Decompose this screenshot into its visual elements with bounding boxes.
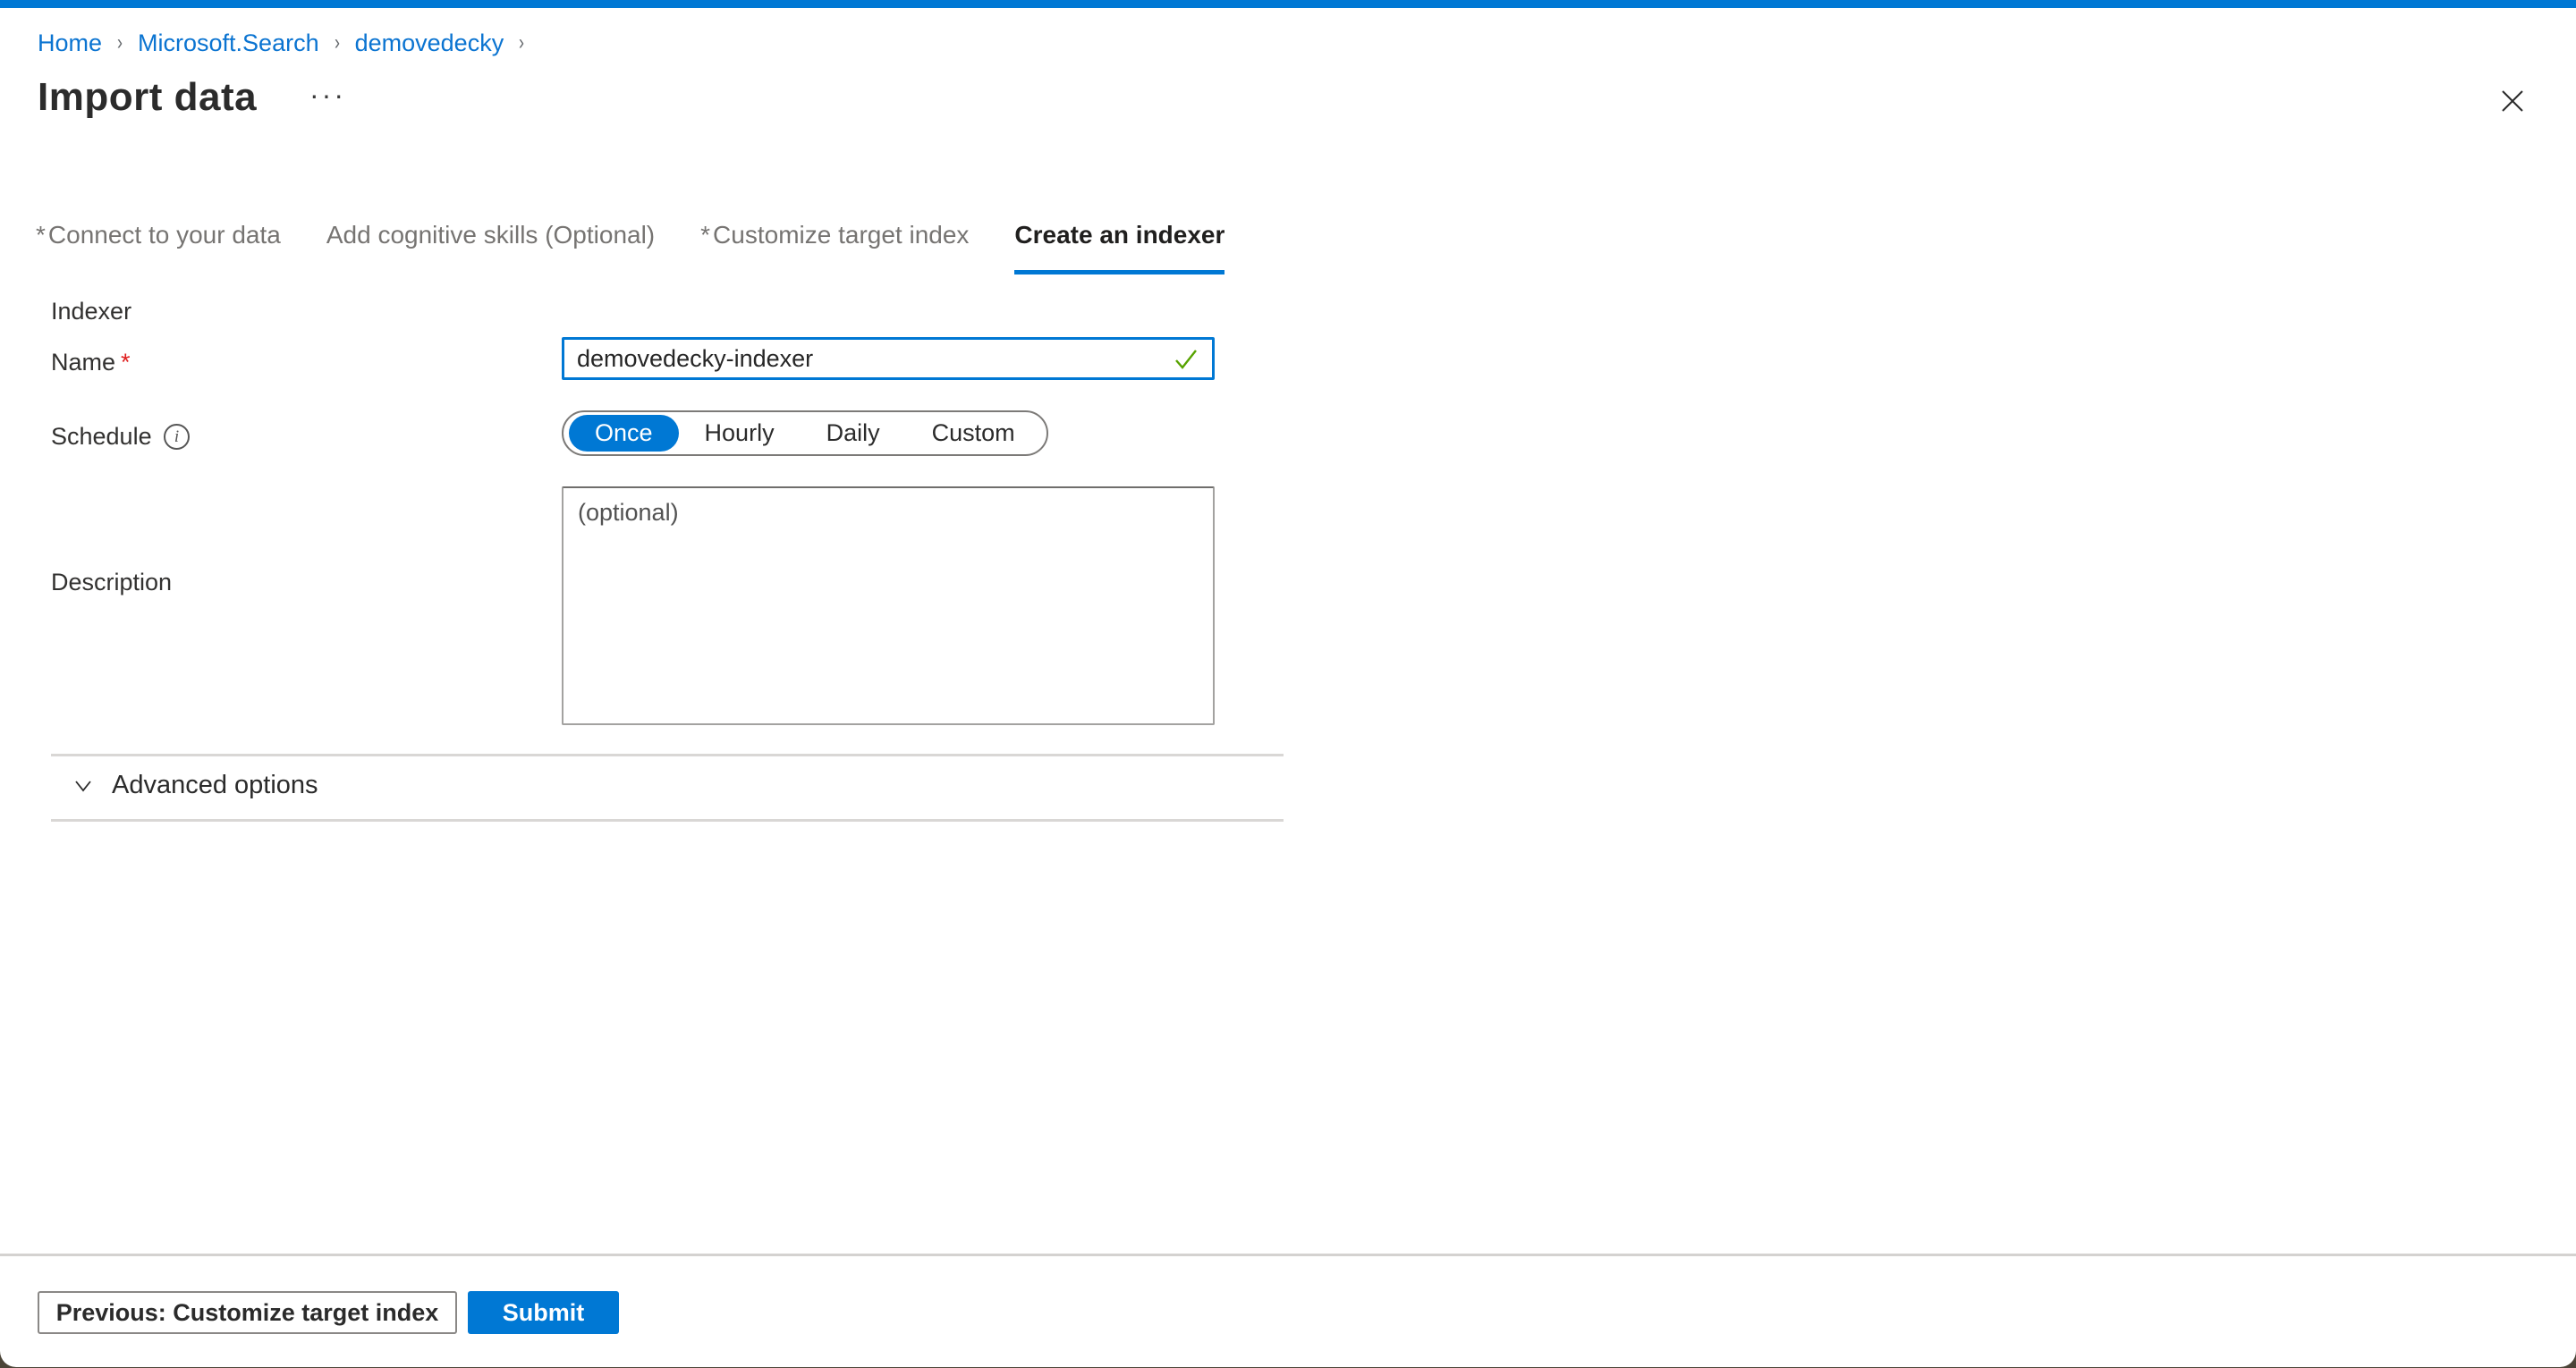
schedule-toggle-group: Once Hourly Daily Custom bbox=[562, 410, 1048, 456]
name-label: Name* bbox=[51, 349, 131, 376]
name-required-marker: * bbox=[121, 349, 131, 376]
advanced-options-toggle[interactable]: Advanced options bbox=[70, 771, 318, 800]
schedule-label: Schedule bbox=[51, 423, 152, 451]
divider bbox=[51, 819, 1284, 822]
indexer-name-field-wrap bbox=[562, 337, 1215, 380]
breadcrumb-separator-icon: › bbox=[335, 28, 340, 58]
azure-accent-bar bbox=[0, 0, 2576, 8]
previous-step-button[interactable]: Previous: Customize target index bbox=[38, 1291, 457, 1334]
schedule-option-once[interactable]: Once bbox=[569, 415, 679, 452]
breadcrumb-home-link[interactable]: Home bbox=[38, 28, 102, 58]
divider bbox=[51, 754, 1284, 756]
tab-create-an-indexer[interactable]: Create an indexer bbox=[1014, 221, 1224, 274]
page-title: Import data bbox=[38, 75, 257, 120]
more-actions-icon[interactable]: ··· bbox=[309, 79, 346, 112]
description-textarea[interactable] bbox=[562, 486, 1215, 725]
close-icon[interactable] bbox=[2497, 86, 2528, 116]
import-data-panel: Home › Microsoft.Search › demovedecky › … bbox=[0, 0, 2576, 1367]
schedule-option-hourly[interactable]: Hourly bbox=[679, 415, 801, 452]
breadcrumb-demovedecky-link[interactable]: demovedecky bbox=[355, 28, 504, 58]
tab-customize-target-index[interactable]: *Customize target index bbox=[700, 221, 969, 274]
schedule-info-icon[interactable]: i bbox=[164, 424, 190, 450]
tab-connect-to-your-data[interactable]: *Connect to your data bbox=[36, 221, 281, 274]
breadcrumb: Home › Microsoft.Search › demovedecky › bbox=[38, 28, 539, 58]
submit-button[interactable]: Submit bbox=[468, 1291, 619, 1334]
breadcrumb-separator-icon: › bbox=[117, 28, 123, 58]
schedule-option-daily[interactable]: Daily bbox=[801, 415, 906, 452]
indexer-name-input[interactable] bbox=[564, 340, 1171, 377]
chevron-down-icon bbox=[70, 773, 97, 799]
breadcrumb-separator-icon: › bbox=[519, 28, 524, 58]
indexer-section-title: Indexer bbox=[51, 298, 131, 325]
schedule-option-custom[interactable]: Custom bbox=[906, 415, 1041, 452]
breadcrumb-microsoft-search-link[interactable]: Microsoft.Search bbox=[138, 28, 319, 58]
tab-add-cognitive-skills[interactable]: Add cognitive skills (Optional) bbox=[326, 221, 655, 274]
footer-divider bbox=[0, 1254, 2576, 1256]
wizard-tabs: *Connect to your data Add cognitive skil… bbox=[36, 221, 1224, 274]
description-label: Description bbox=[51, 569, 172, 596]
validation-check-icon bbox=[1171, 343, 1201, 374]
